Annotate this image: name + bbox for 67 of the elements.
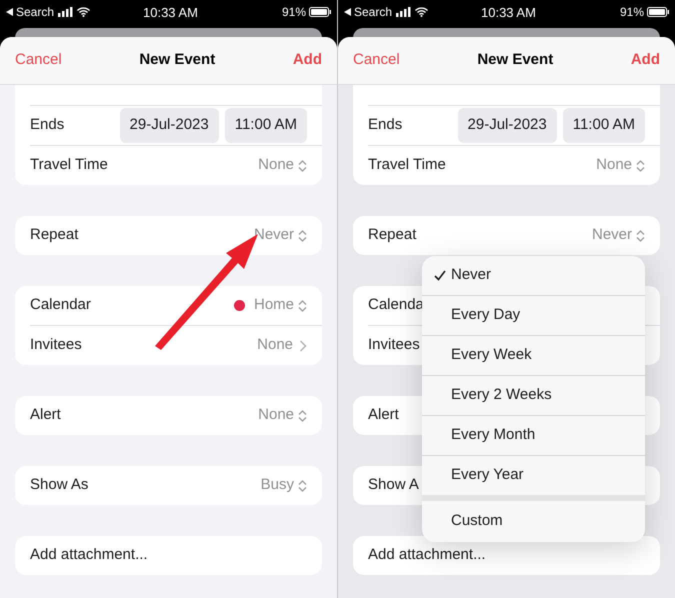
row-label: Travel Time <box>368 155 446 176</box>
menu-option[interactable]: Every 2 Weeks <box>422 376 645 415</box>
time-pill[interactable]: 11:00 AM <box>562 108 645 143</box>
row-label: Alert <box>30 405 61 426</box>
row-label: Calendar <box>30 295 91 316</box>
row-value: Busy <box>260 475 294 496</box>
menu-option[interactable]: Every Week <box>422 336 645 375</box>
row-value: None <box>258 155 294 176</box>
menu-option[interactable]: Never <box>422 256 645 295</box>
back-triangle-icon <box>6 8 13 16</box>
settings-row[interactable]: Travel Time None <box>15 146 322 185</box>
up-down-chevron-icon <box>298 160 307 172</box>
settings-row[interactable]: Invitees None <box>15 326 322 365</box>
row-label: Add attachment... <box>30 545 148 566</box>
up-down-chevron-icon <box>636 230 645 242</box>
back-triangle-icon <box>344 8 351 16</box>
row-value: Never <box>254 225 294 246</box>
row-value: None <box>257 335 293 356</box>
date-pill[interactable]: 29-Jul-2023 <box>458 108 557 143</box>
up-down-chevron-icon <box>298 230 307 242</box>
row-label: Show As <box>30 475 88 496</box>
row-value: Never <box>592 225 632 246</box>
menu-option[interactable]: Every Month <box>422 416 645 455</box>
settings-row[interactable]: Repeat Never <box>353 216 660 255</box>
up-down-chevron-icon <box>298 300 307 312</box>
row-value: None <box>258 405 294 426</box>
back-label[interactable]: Search <box>354 2 392 20</box>
settings-row[interactable]: Show As Busy <box>15 466 322 505</box>
settings-row[interactable]: Repeat Never <box>15 216 322 255</box>
signal-icon <box>396 6 412 16</box>
settings-row[interactable]: Calendar Home <box>15 286 322 325</box>
back-label[interactable]: Search <box>16 2 54 20</box>
settings-row[interactable]: Add attachment... <box>15 536 322 575</box>
battery-icon <box>309 6 331 16</box>
row-label: Repeat <box>368 225 416 246</box>
up-down-chevron-icon <box>636 160 645 172</box>
wifi-icon <box>77 6 90 16</box>
row-label: Repeat <box>30 225 78 246</box>
menu-option[interactable]: Every Day <box>422 296 645 335</box>
add-button[interactable]: Add <box>630 49 660 72</box>
nav-title: New Event <box>476 50 554 70</box>
up-down-chevron-icon <box>298 410 307 422</box>
nav-title: New Event <box>138 50 216 70</box>
row-label: Travel Time <box>30 155 108 176</box>
menu-option[interactable]: Every Year <box>422 456 645 495</box>
wifi-icon <box>415 6 428 16</box>
battery-percent: 91% <box>620 4 644 20</box>
clock-time: 10:33 AM <box>143 4 198 22</box>
time-pill[interactable]: 11:00 AM <box>224 108 307 143</box>
add-button[interactable]: Add <box>292 49 322 72</box>
battery-percent: 91% <box>282 4 306 20</box>
row-value: Home <box>254 295 294 316</box>
clock-time: 10:33 AM <box>481 4 536 22</box>
chevron-right-icon <box>299 340 307 352</box>
battery-icon <box>647 6 669 16</box>
row-label: Add attachment... <box>368 545 486 566</box>
date-pill[interactable]: 29-Jul-2023 <box>120 108 219 143</box>
row-value: None <box>596 155 632 176</box>
signal-icon <box>58 6 74 16</box>
settings-row[interactable]: Alert None <box>15 396 322 435</box>
row-label: Ends <box>368 115 402 136</box>
row-label: Invitees <box>30 335 82 356</box>
cancel-button[interactable]: Cancel <box>353 49 400 72</box>
row-label: Ends <box>30 115 64 136</box>
settings-row[interactable]: Travel Time None <box>353 146 660 185</box>
cancel-button[interactable]: Cancel <box>15 49 62 72</box>
up-down-chevron-icon <box>298 480 307 492</box>
